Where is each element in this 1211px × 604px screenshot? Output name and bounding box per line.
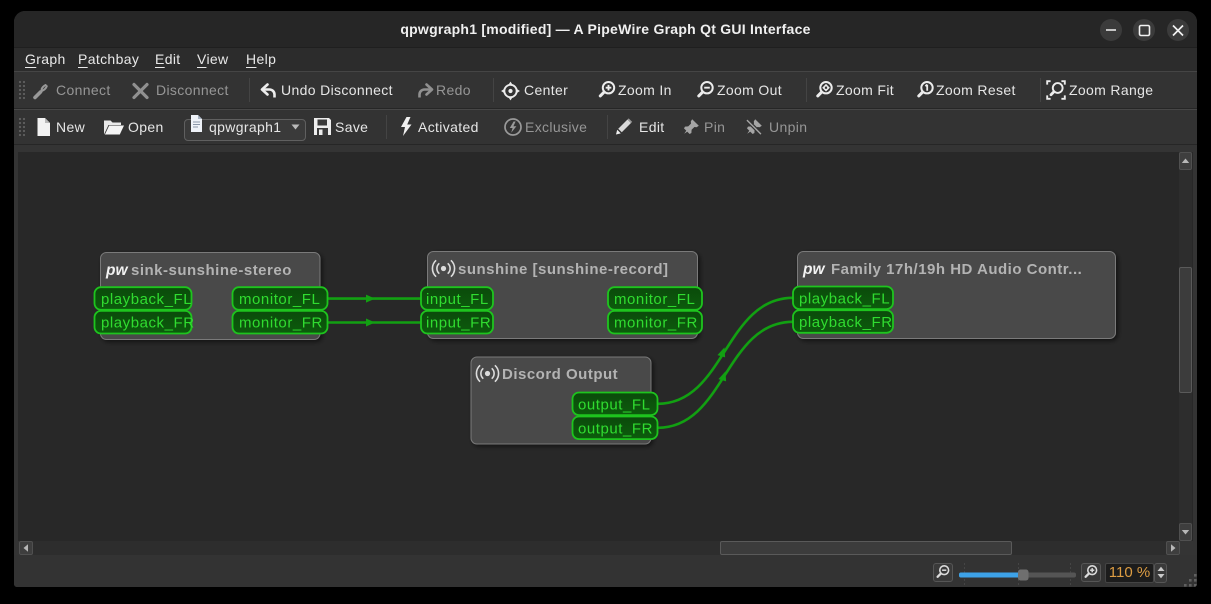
svg-text:playback_FL: playback_FL	[101, 291, 192, 308]
svg-text:Discord Output: Discord Output	[502, 366, 618, 383]
svg-text:input_FL: input_FL	[426, 291, 489, 308]
svg-text:sink-sunshine-stereo: sink-sunshine-stereo	[131, 262, 292, 279]
svg-text:playback_FL: playback_FL	[799, 290, 890, 307]
svg-text:pw: pw	[105, 262, 128, 279]
svg-text:pw: pw	[802, 261, 825, 278]
svg-text:monitor_FR: monitor_FR	[239, 315, 323, 332]
svg-text:playback_FR: playback_FR	[101, 315, 195, 332]
svg-text:Family 17h/19h HD Audio Contr.: Family 17h/19h HD Audio Contr...	[831, 261, 1082, 278]
svg-text:monitor_FL: monitor_FL	[239, 291, 320, 308]
svg-text:playback_FR: playback_FR	[799, 314, 893, 331]
svg-text:output_FL: output_FL	[578, 396, 651, 413]
svg-text:monitor_FR: monitor_FR	[614, 315, 698, 332]
svg-text:sunshine [sunshine-record]: sunshine [sunshine-record]	[458, 261, 669, 278]
svg-text:output_FR: output_FR	[578, 420, 653, 437]
svg-text:input_FR: input_FR	[426, 315, 491, 332]
svg-text:monitor_FL: monitor_FL	[614, 291, 695, 308]
